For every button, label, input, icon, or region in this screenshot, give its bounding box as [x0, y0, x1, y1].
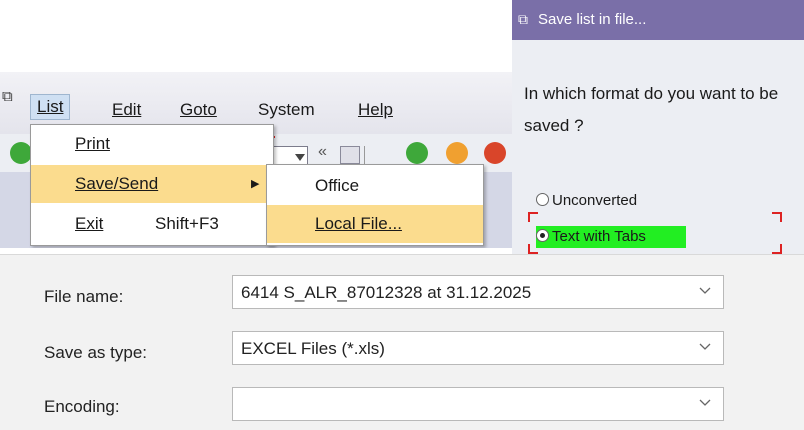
- chevron-down-icon[interactable]: [699, 287, 711, 295]
- save-as-type-label: Save as type:: [44, 343, 147, 363]
- menu-item-save-send-label: Save/Send: [75, 174, 159, 193]
- submenu-item-local-file[interactable]: Local File...: [267, 205, 483, 243]
- menu-item-exit-label: Exit: [75, 214, 104, 233]
- submenu-item-office-label: Office: [315, 176, 360, 195]
- menu-item-exit-shortcut: Shift+F3: [155, 214, 219, 233]
- sap-menu-panel: ⧉ List Edit Goto System Help « Print Sav…: [0, 72, 512, 248]
- menu-item-print-label: Print: [75, 134, 110, 153]
- radio-unconverted-label: Unconverted: [552, 192, 638, 209]
- encoding-label-text: Encoding:: [44, 397, 120, 416]
- file-name-label-text: File name:: [44, 287, 124, 306]
- focus-corner-tr: [772, 212, 782, 222]
- menu-system[interactable]: System: [252, 98, 321, 122]
- dialog-question: In which format do you want to be saved …: [524, 84, 779, 135]
- focus-corner-br: [772, 244, 782, 254]
- menu-edit-label: Edit: [112, 100, 142, 119]
- menu-goto[interactable]: Goto: [174, 98, 223, 122]
- exit-icon[interactable]: [446, 142, 468, 164]
- chevron-down-icon[interactable]: [699, 399, 711, 407]
- back-icon[interactable]: [406, 142, 428, 164]
- encoding-label: Encoding:: [44, 397, 120, 417]
- save-as-type-value: EXCEL Files (*.xls): [241, 339, 385, 358]
- save-icon[interactable]: [340, 146, 360, 164]
- dialog-body: In which format do you want to be saved …: [512, 40, 804, 254]
- radio-selected-dot: [540, 233, 545, 238]
- file-save-fields: File name: 6414 S_ALR_87012328 at 31.12.…: [0, 254, 804, 430]
- save-as-type-select[interactable]: EXCEL Files (*.xls): [232, 331, 724, 365]
- radio-text-with-tabs[interactable]: Text with Tabs: [536, 226, 686, 248]
- menu-item-save-send[interactable]: Save/Send ▶: [31, 165, 273, 203]
- chevron-down-icon[interactable]: [699, 343, 711, 351]
- radio-unconverted[interactable]: Unconverted: [536, 190, 702, 212]
- menu-help[interactable]: Help: [352, 98, 399, 122]
- list-dropdown-menu: Print Save/Send ▶ Exit Shift+F3: [30, 124, 274, 246]
- save-send-submenu: Office Local File...: [266, 164, 484, 246]
- menu-list[interactable]: List: [30, 94, 71, 120]
- menu-system-label: System: [258, 100, 315, 119]
- menu-goto-label: Goto: [180, 100, 217, 119]
- dialog-titlebar: ⧉ Save list in file...: [512, 0, 804, 40]
- menu-item-exit[interactable]: Exit Shift+F3: [31, 205, 273, 243]
- menu-help-label: Help: [358, 100, 393, 119]
- submenu-item-office[interactable]: Office: [267, 167, 483, 205]
- submenu-item-local-file-label: Local File...: [315, 214, 402, 233]
- chevron-down-icon: [295, 154, 305, 161]
- menu-edit[interactable]: Edit: [106, 98, 147, 122]
- focus-corner-bl: [528, 244, 538, 254]
- sap-window-icon[interactable]: ⧉: [2, 88, 13, 105]
- radio-icon: [536, 193, 549, 206]
- encoding-select[interactable]: [232, 387, 724, 421]
- cancel-icon[interactable]: [484, 142, 506, 164]
- sap-window-icon: ⧉: [518, 11, 528, 27]
- save-as-type-label-text: Save as type:: [44, 343, 148, 362]
- check-icon[interactable]: [10, 142, 32, 164]
- dialog-title: Save list in file...: [538, 11, 647, 28]
- file-name-input[interactable]: 6414 S_ALR_87012328 at 31.12.2025: [232, 275, 724, 309]
- save-list-dialog: ⧉ Save list in file... In which format d…: [512, 0, 804, 254]
- radio-icon: [536, 229, 549, 242]
- file-name-value: 6414 S_ALR_87012328 at 31.12.2025: [241, 283, 532, 302]
- file-name-label: File name:: [44, 287, 123, 307]
- submenu-arrow-icon: ▶: [251, 178, 260, 190]
- back-glyph[interactable]: «: [318, 143, 327, 161]
- focus-corner-tl: [528, 212, 538, 222]
- radio-text-with-tabs-label: Text with Tabs: [552, 228, 646, 245]
- menu-item-print[interactable]: Print: [31, 125, 273, 163]
- menu-list-label: List: [37, 97, 64, 116]
